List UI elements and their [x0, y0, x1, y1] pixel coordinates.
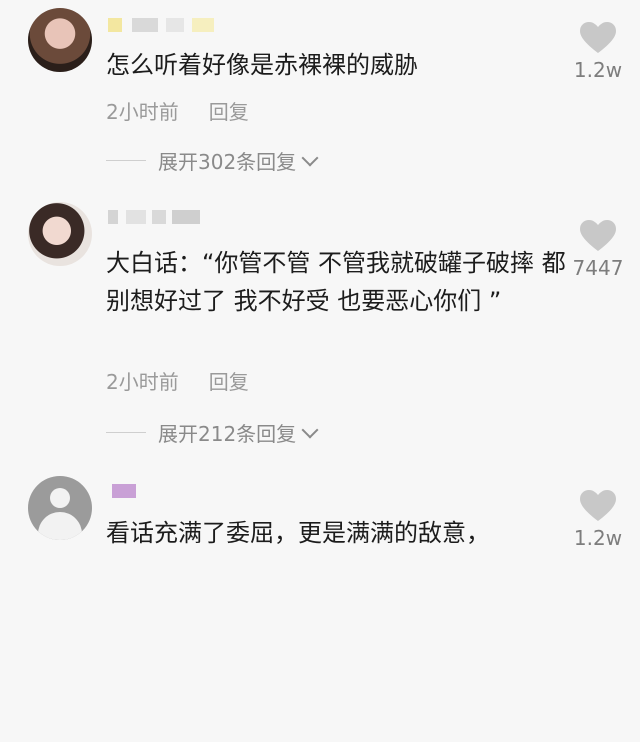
- comment-text: 看话充满了委屈，更是满满的敌意，: [106, 519, 490, 547]
- divider-line: [106, 432, 146, 433]
- comment-meta: 2小时前 回复: [106, 96, 249, 125]
- comment-time: 2小时前: [106, 100, 179, 124]
- expand-replies-label: 展开212条回复: [158, 422, 297, 446]
- heart-icon: [580, 22, 616, 53]
- comment-time: 2小时前: [106, 370, 179, 394]
- chevron-down-icon: [301, 421, 319, 438]
- reply-button[interactable]: 回复: [209, 370, 249, 394]
- comment-text: 大白话：“你管不管 不管我就破罐子破摔 都别想好过了 我不好受 也要恶心你们 ”: [106, 249, 566, 315]
- comment-item: 大白话：“你管不管 不管我就破罐子破摔 都别想好过了 我不好受 也要恶心你们 ”…: [0, 200, 640, 470]
- expand-replies-button[interactable]: 展开302条回复: [106, 146, 319, 175]
- like-count: 1.2w: [573, 58, 623, 82]
- like-button[interactable]: 7447: [570, 220, 626, 280]
- avatar[interactable]: [28, 202, 92, 266]
- like-button[interactable]: 1.2w: [570, 490, 626, 550]
- heart-icon: [580, 220, 616, 251]
- heart-icon: [580, 490, 616, 521]
- comment-text: 怎么听着好像是赤裸裸的威胁: [106, 51, 418, 79]
- avatar[interactable]: [28, 8, 92, 72]
- default-avatar-icon[interactable]: [28, 476, 92, 540]
- like-count: 1.2w: [573, 526, 623, 550]
- comment-meta: 2小时前 回复: [106, 366, 249, 395]
- comment-item: 看话充满了委屈，更是满满的敌意， 1.2w: [0, 472, 640, 742]
- reply-button[interactable]: 回复: [209, 100, 249, 124]
- like-count: 7447: [572, 256, 624, 280]
- expand-replies-label: 展开302条回复: [158, 150, 297, 174]
- like-button[interactable]: 1.2w: [570, 22, 626, 82]
- chevron-down-icon: [301, 149, 319, 166]
- divider-line: [106, 160, 146, 161]
- expand-replies-button[interactable]: 展开212条回复: [106, 418, 319, 447]
